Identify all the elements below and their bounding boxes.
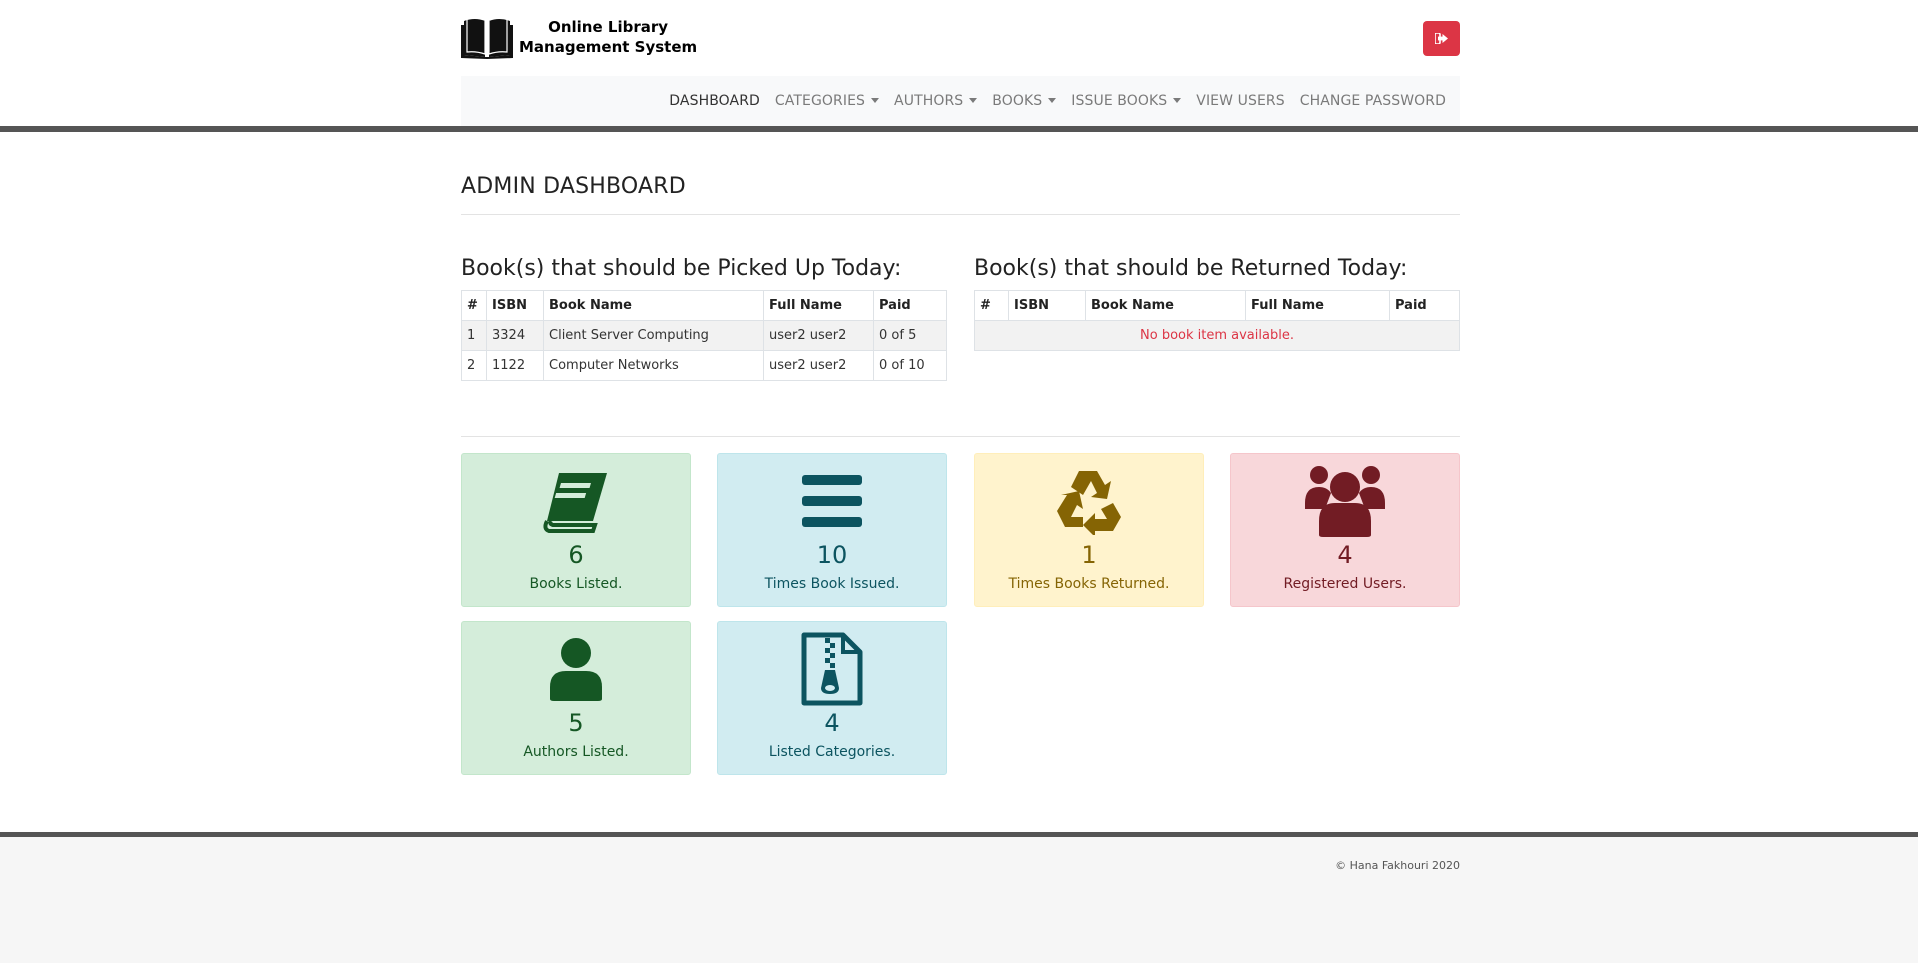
table-cell: user2 user2 <box>763 350 874 381</box>
caret-down-icon <box>1173 98 1182 103</box>
table-cell: 0 of 10 <box>873 350 947 381</box>
column-header: # <box>461 290 487 321</box>
nav-change-password[interactable]: CHANGE PASSWORD <box>1300 93 1446 109</box>
stat-count: 1 <box>1081 541 1097 569</box>
table-header-row: # ISBN Book Name Full Name Paid <box>974 290 1460 321</box>
stat-label: Times Books Returned. <box>1008 576 1170 592</box>
table-header-row: # ISBN Book Name Full Name Paid <box>461 290 947 321</box>
user-icon <box>550 638 602 701</box>
nav-issue-books-label: ISSUE BOOKS <box>1071 93 1168 109</box>
stat-label: Authors Listed. <box>523 744 629 760</box>
stat-count: 5 <box>568 709 584 737</box>
table-cell: 3324 <box>486 320 544 351</box>
recycle-icon <box>1057 471 1121 535</box>
table-row: 1 3324 Client Server Computing user2 use… <box>461 320 947 351</box>
nav-authors-label: AUTHORS <box>894 93 964 109</box>
stat-count: 6 <box>568 541 584 569</box>
nav-books-label: BOOKS <box>992 93 1043 109</box>
table-cell: 0 of 5 <box>873 320 947 351</box>
book-icon <box>543 473 607 533</box>
stat-card-authors[interactable]: 5 Authors Listed. <box>461 621 691 775</box>
nav-categories-label: CATEGORIES <box>774 93 866 109</box>
stat-card-users[interactable]: 4 Registered Users. <box>1230 453 1460 607</box>
column-header: ISBN <box>1008 290 1086 321</box>
table-row: 2 1122 Computer Networks user2 user2 0 o… <box>461 350 947 381</box>
table-cell: Computer Networks <box>543 350 764 381</box>
brand-line-1: Online Library <box>548 18 669 36</box>
stat-card-issued[interactable]: 10 Times Book Issued. <box>717 453 947 607</box>
caret-down-icon <box>1048 98 1057 103</box>
brand-line-2: Management System <box>519 38 698 56</box>
stat-label: Listed Categories. <box>768 744 896 760</box>
nav-band: DASHBOARD CATEGORIES AUTHORS BOOKS ISSUE… <box>0 76 1918 126</box>
logout-button[interactable] <box>1423 21 1460 56</box>
nav-issue-books-dropdown[interactable]: ISSUE BOOKS <box>1071 93 1182 109</box>
column-header: Full Name <box>763 290 874 321</box>
section-divider <box>461 436 1460 437</box>
returned-table: # ISBN Book Name Full Name Paid No book … <box>974 290 1460 351</box>
empty-message: No book item available. <box>974 320 1460 351</box>
stat-count: 4 <box>824 709 840 737</box>
column-header: Paid <box>873 290 947 321</box>
brand[interactable]: Online Library Management System <box>461 15 697 59</box>
open-book-logo-icon <box>461 19 513 59</box>
header: Online Library Management System <box>0 0 1918 76</box>
column-header: Book Name <box>1085 290 1246 321</box>
sign-out-icon <box>1435 33 1448 44</box>
table-cell: 1 <box>461 320 487 351</box>
column-header: Full Name <box>1245 290 1390 321</box>
column-header: Paid <box>1389 290 1460 321</box>
copyright-text: © Hana Fakhouri 2020 <box>1335 859 1460 872</box>
nav-authors-dropdown[interactable]: AUTHORS <box>894 93 978 109</box>
column-header: Book Name <box>543 290 764 321</box>
page-title: ADMIN DASHBOARD <box>461 174 686 199</box>
pickup-table: # ISBN Book Name Full Name Paid 1 3324 C… <box>461 290 947 381</box>
file-archive-icon <box>801 632 863 706</box>
users-icon <box>1305 466 1385 537</box>
stat-card-returned[interactable]: 1 Times Books Returned. <box>974 453 1204 607</box>
table-cell: 2 <box>461 350 487 381</box>
nav-dashboard[interactable]: DASHBOARD <box>669 93 760 109</box>
nav-categories-dropdown[interactable]: CATEGORIES <box>774 93 880 109</box>
column-header: # <box>974 290 1009 321</box>
brand-title: Online Library Management System <box>519 17 697 57</box>
table-cell: 1122 <box>486 350 544 381</box>
table-cell: Client Server Computing <box>543 320 764 351</box>
table-row: No book item available. <box>974 320 1460 351</box>
nav-divider <box>0 126 1918 132</box>
list-icon <box>802 475 862 527</box>
pickup-section-title: Book(s) that should be Picked Up Today: <box>461 256 902 281</box>
stat-count: 10 <box>816 541 848 569</box>
returned-section-title: Book(s) that should be Returned Today: <box>974 256 1408 281</box>
nav-view-users[interactable]: VIEW USERS <box>1196 93 1284 109</box>
nav-books-dropdown[interactable]: BOOKS <box>992 93 1057 109</box>
main-navbar: DASHBOARD CATEGORIES AUTHORS BOOKS ISSUE… <box>461 76 1460 126</box>
caret-down-icon <box>871 98 880 103</box>
footer: © Hana Fakhouri 2020 <box>0 837 1918 963</box>
stat-label: Books Listed. <box>529 576 623 592</box>
column-header: ISBN <box>486 290 544 321</box>
stat-card-books[interactable]: 6 Books Listed. <box>461 453 691 607</box>
stat-count: 4 <box>1337 541 1353 569</box>
caret-down-icon <box>969 98 978 103</box>
table-cell: user2 user2 <box>763 320 874 351</box>
stat-card-categories[interactable]: 4 Listed Categories. <box>717 621 947 775</box>
title-divider <box>461 214 1460 215</box>
stat-label: Times Book Issued. <box>764 576 900 592</box>
stat-label: Registered Users. <box>1283 576 1407 592</box>
